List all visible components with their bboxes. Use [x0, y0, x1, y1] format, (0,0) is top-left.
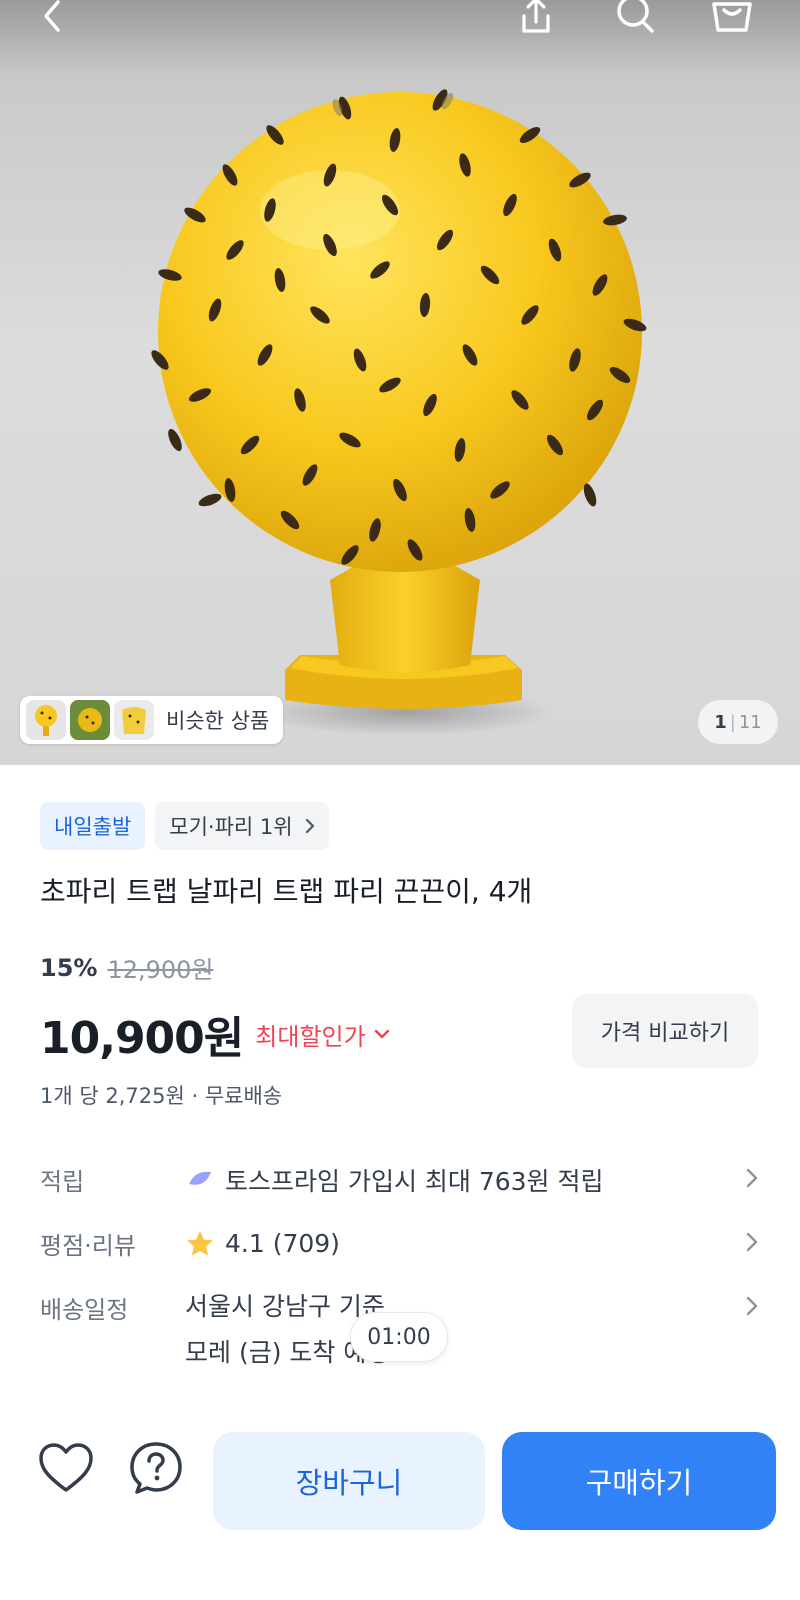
- similar-product-thumbnail: [114, 700, 154, 740]
- chevron-down-icon: [374, 1029, 389, 1039]
- discount-rate: 15%: [40, 953, 98, 982]
- chevron-right-icon: [746, 1232, 758, 1252]
- rating-label: 평점·리뷰: [40, 1232, 136, 1260]
- toss-prime-icon: [189, 1171, 211, 1185]
- question-bubble-icon: [130, 1442, 182, 1494]
- product-badges: 내일출발 모기·파리 1위: [40, 802, 329, 850]
- point-label: 적립: [40, 1168, 85, 1196]
- product-title: 초파리 트랩 날파리 트랩 파리 끈끈이, 4개: [40, 875, 533, 908]
- add-to-cart-button[interactable]: 장바구니: [213, 1432, 485, 1530]
- page-separator: |: [729, 711, 736, 733]
- inquiry-button[interactable]: [124, 1436, 188, 1500]
- max-discount-toggle[interactable]: 최대할인가: [255, 1017, 389, 1052]
- price-row: 10,900원 최대할인가: [40, 1002, 390, 1066]
- price-compare-button[interactable]: 가격 비교하기: [572, 994, 758, 1068]
- back-button[interactable]: [28, 0, 76, 38]
- product-photo: [151, 89, 647, 736]
- similar-products-button[interactable]: 비슷한 상품: [20, 696, 284, 744]
- sale-price: 10,900원: [40, 1013, 244, 1064]
- back-icon: [44, 0, 60, 32]
- unit-price: 1개 당 2,725원 · 무료배송: [40, 1084, 283, 1108]
- share-button[interactable]: [512, 0, 560, 38]
- ranking-badge[interactable]: 모기·파리 1위: [155, 802, 329, 850]
- countdown-timer: 01:00: [350, 1312, 448, 1362]
- point-row[interactable]: 적립 토스프라임 가입시 최대 763원 적립: [40, 1162, 760, 1198]
- star-icon: [187, 1230, 213, 1256]
- similar-products-label: 비슷한 상품: [166, 709, 270, 733]
- shipping-badge: 내일출발: [40, 802, 146, 850]
- page-current: 1: [714, 711, 727, 733]
- similar-product-thumbnail: [70, 700, 110, 740]
- search-button[interactable]: [612, 0, 660, 38]
- chevron-right-icon: [746, 1296, 758, 1316]
- point-value: 토스프라임 가입시 최대 763원 적립: [225, 1167, 604, 1196]
- chevron-right-icon: [305, 818, 314, 834]
- bottom-action-bar: 장바구니 구매하기: [0, 1410, 800, 1600]
- search-icon: [617, 0, 654, 33]
- image-page-indicator: 1 | 11: [698, 700, 778, 744]
- buy-now-button[interactable]: 구매하기: [502, 1432, 776, 1530]
- scroll-fade: [0, 1380, 800, 1410]
- shopping-bag-button[interactable]: [708, 0, 756, 38]
- chevron-right-icon: [746, 1168, 758, 1188]
- shipping-badge-label: 내일출발: [54, 815, 132, 839]
- page-total: 11: [738, 711, 762, 733]
- discount-row: 15% 12,900원: [40, 950, 214, 985]
- similar-product-thumbnail: [26, 700, 66, 740]
- shopping-bag-icon: [712, 2, 752, 32]
- original-price: 12,900원: [107, 956, 214, 984]
- shipping-label: 배송일정: [40, 1296, 129, 1324]
- ranking-badge-label: 모기·파리 1위: [169, 815, 293, 839]
- max-discount-label: 최대할인가: [255, 1022, 366, 1051]
- product-image-gallery[interactable]: 비슷한 상품 1 | 11: [0, 0, 800, 765]
- wishlist-button[interactable]: [34, 1436, 98, 1500]
- top-navigation-bar: [0, 0, 800, 40]
- heart-icon: [39, 1443, 93, 1492]
- share-icon: [522, 0, 550, 33]
- rating-value: 4.1 (709): [225, 1229, 340, 1258]
- rating-row[interactable]: 평점·리뷰 4.1 (709): [40, 1226, 760, 1261]
